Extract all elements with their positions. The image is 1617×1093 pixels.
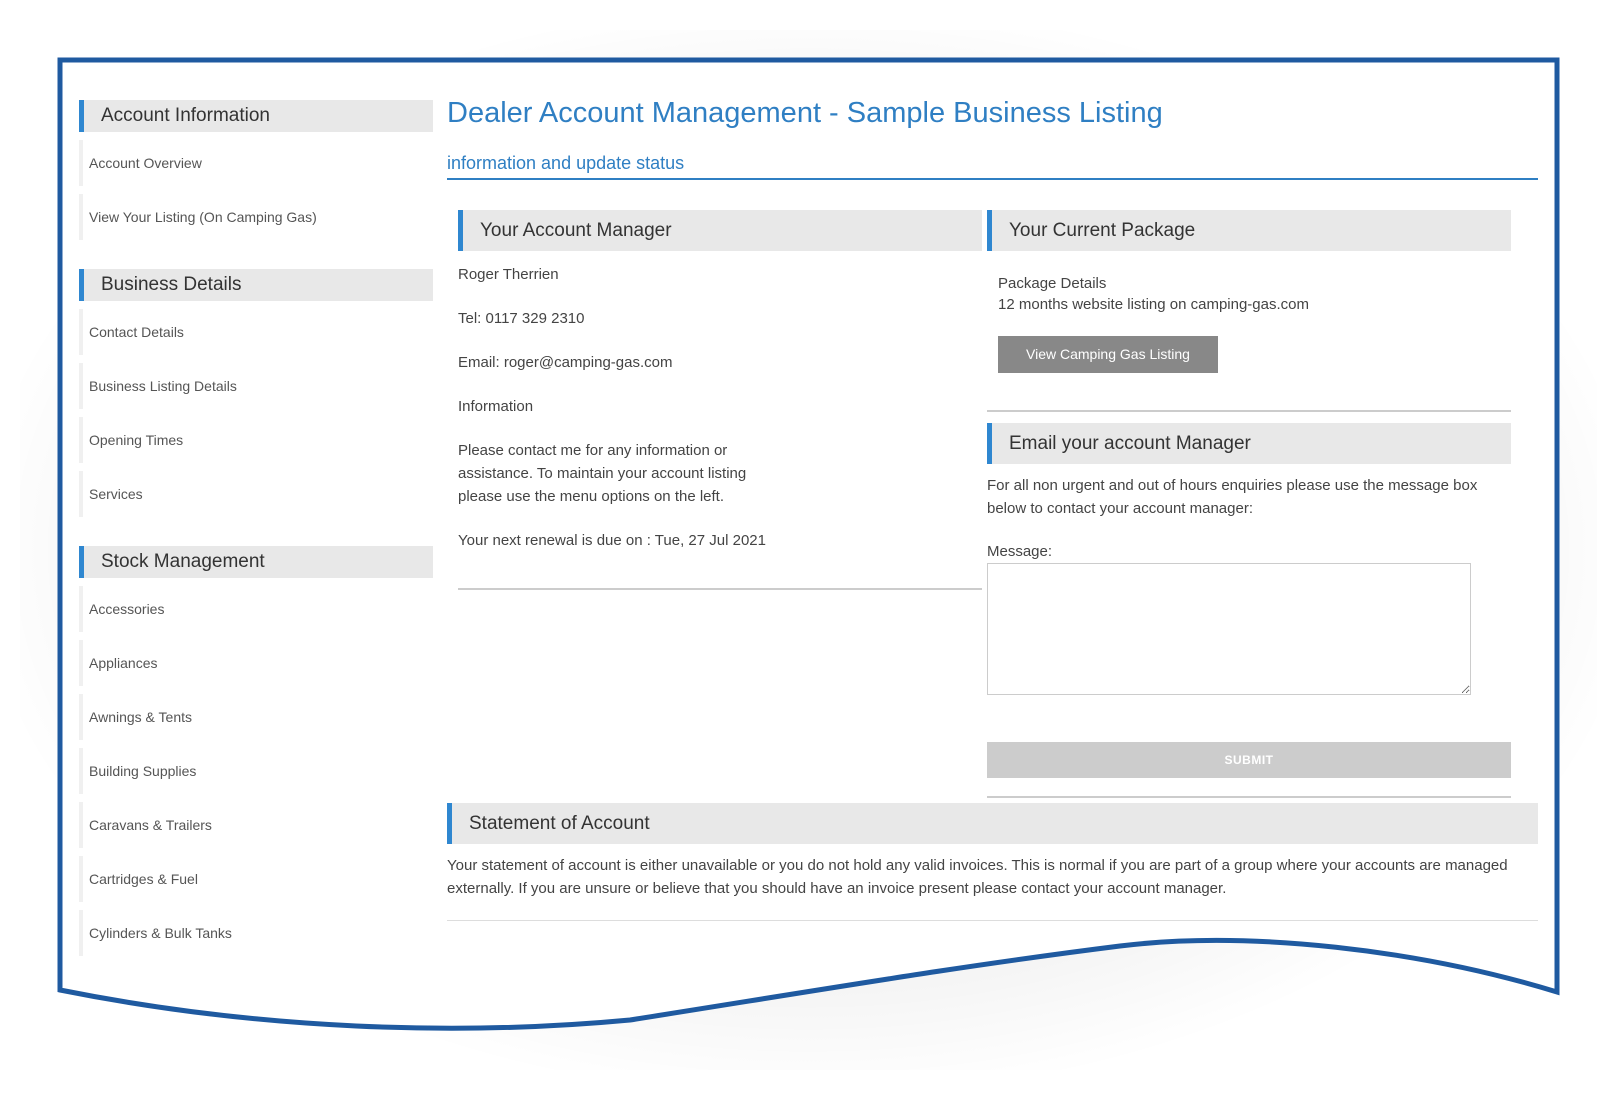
message-textarea[interactable] xyxy=(987,563,1471,695)
sidebar-group: Account Information Account Overview View … xyxy=(79,100,433,240)
sidebar-group-heading: Business Details xyxy=(79,269,433,301)
sidebar-group-heading: Stock Management xyxy=(79,546,433,578)
message-label: Message: xyxy=(987,543,1053,560)
manager-email: Email: roger@camping-gas.com xyxy=(458,354,673,371)
content-panel: Account Information Account Overview View … xyxy=(64,64,1554,1054)
sidebar-link[interactable]: Contact Details xyxy=(79,309,433,355)
statement-text: Your statement of account is either unav… xyxy=(447,857,1508,897)
sidebar-link[interactable]: Account Overview xyxy=(79,140,433,186)
sidebar-link[interactable]: Opening Times xyxy=(79,417,433,463)
email-intro: For all non urgent and out of hours enqu… xyxy=(987,477,1478,517)
email-manager-heading: Email your account Manager xyxy=(987,423,1511,464)
submit-divider xyxy=(987,796,1511,798)
sidebar-group: Business Details Contact Details Business … xyxy=(79,269,433,517)
sidebar-link[interactable]: Business Listing Details xyxy=(79,363,433,409)
sidebar-link[interactable]: Cylinders & Bulk Tanks xyxy=(79,910,433,956)
sidebar-link[interactable]: Services xyxy=(79,471,433,517)
package-details-text: 12 months website listing on camping-gas… xyxy=(998,296,1309,313)
statement-heading: Statement of Account xyxy=(447,803,1538,844)
account-manager-section: Your Account Manager Roger Therrien Tel:… xyxy=(458,210,982,590)
manager-tel: Tel: 0117 329 2310 xyxy=(458,310,585,327)
manager-name: Roger Therrien xyxy=(458,266,559,283)
sidebar-link[interactable]: Accessories xyxy=(79,586,433,632)
view-listing-button[interactable]: View Camping Gas Listing xyxy=(998,336,1218,373)
sidebar-link[interactable]: Caravans & Trailers xyxy=(79,802,433,848)
page-title: Dealer Account Management - Sample Busin… xyxy=(447,97,1163,129)
left-divider xyxy=(458,588,982,590)
sidebar-link[interactable]: Awnings & Tents xyxy=(79,694,433,740)
sidebar-link[interactable]: Appliances xyxy=(79,640,433,686)
sidebar-group-heading: Account Information xyxy=(79,100,433,132)
sidebar-link[interactable]: View Your Listing (On Camping Gas) xyxy=(79,194,433,240)
package-section: Your Current Package Package Details 12 … xyxy=(987,210,1511,798)
renewal-date: Your next renewal is due on : Tue, 27 Ju… xyxy=(458,532,766,549)
account-manager-heading: Your Account Manager xyxy=(458,210,982,251)
statement-divider xyxy=(447,920,1538,921)
package-heading: Your Current Package xyxy=(987,210,1511,251)
submit-button[interactable]: SUBMIT xyxy=(987,742,1511,778)
statement-section: Statement of Account Your statement of a… xyxy=(447,803,1538,921)
sidebar: Account Information Account Overview View … xyxy=(79,100,433,985)
info-text: Please contact me for any information or… xyxy=(458,442,747,505)
sidebar-link[interactable]: Cartridges & Fuel xyxy=(79,856,433,902)
main-content: Dealer Account Management - Sample Busin… xyxy=(447,88,1538,180)
page-subtitle: information and update status xyxy=(447,152,1538,180)
right-divider xyxy=(987,410,1511,412)
package-details-label: Package Details xyxy=(998,275,1107,292)
sidebar-group: Stock Management Accessories Appliances Awn… xyxy=(79,546,433,956)
info-label: Information xyxy=(458,398,534,415)
sidebar-link[interactable]: Building Supplies xyxy=(79,748,433,794)
